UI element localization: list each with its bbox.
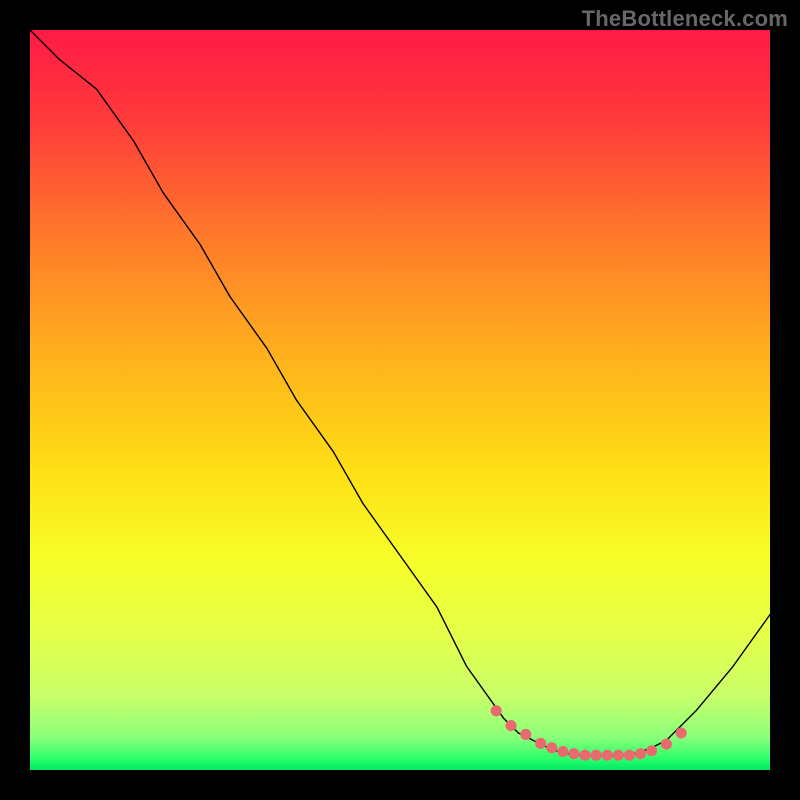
highlight-dot	[557, 746, 568, 757]
highlight-dot	[661, 739, 672, 750]
highlight-dot	[505, 720, 516, 731]
chart-background	[30, 30, 770, 770]
highlight-dot	[676, 727, 687, 738]
highlight-dot	[624, 750, 635, 761]
highlight-dot	[579, 750, 590, 761]
highlight-dot	[491, 705, 502, 716]
bottleneck-chart	[30, 30, 770, 770]
highlight-dot	[546, 742, 557, 753]
highlight-dot	[591, 750, 602, 761]
watermark-text: TheBottleneck.com	[582, 6, 788, 32]
chart-stage: TheBottleneck.com	[0, 0, 800, 800]
highlight-dot	[602, 750, 613, 761]
highlight-dot	[646, 745, 657, 756]
highlight-dot	[535, 738, 546, 749]
highlight-dot	[635, 748, 646, 759]
highlight-dot	[520, 729, 531, 740]
highlight-dot	[568, 748, 579, 759]
highlight-dot	[613, 750, 624, 761]
